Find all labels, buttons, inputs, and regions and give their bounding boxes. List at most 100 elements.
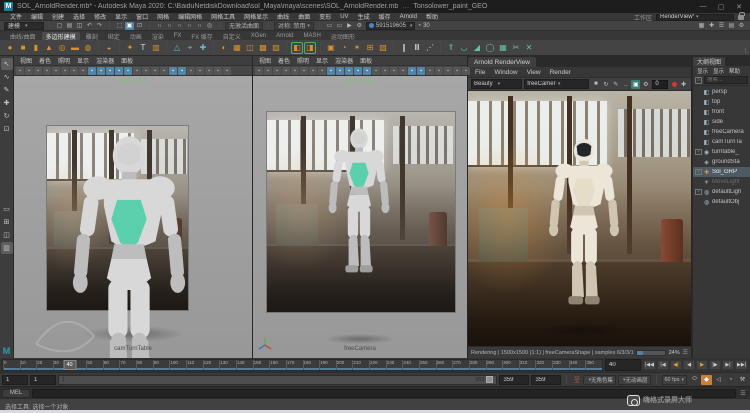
safe-title-icon[interactable]: ▪: [133, 66, 141, 75]
panel-menu-item[interactable]: 着色: [36, 56, 54, 65]
filter-icon[interactable]: ⌕: [695, 76, 702, 84]
poly-plane-icon[interactable]: ▬: [69, 42, 81, 54]
snap-to-curve-icon[interactable]: ∩: [165, 22, 174, 30]
shelf-tab[interactable]: Arnold: [272, 32, 297, 40]
menu-item[interactable]: 窗口: [132, 12, 152, 21]
resolution-gate-icon[interactable]: ▪: [97, 66, 105, 75]
snap-to-point-icon[interactable]: ∩: [175, 22, 184, 30]
boolean-union-icon[interactable]: ◐: [218, 42, 230, 54]
shelf-tab[interactable]: FX 缓存: [187, 32, 216, 41]
wireframe-icon[interactable]: ▪: [381, 66, 389, 75]
scale-tool[interactable]: ⊡: [1, 123, 13, 135]
play-backwards-button[interactable]: ◀: [683, 360, 695, 370]
lasso-tool[interactable]: ∿: [1, 71, 13, 83]
undo-icon[interactable]: ↶: [85, 22, 94, 30]
expand-toggle[interactable]: [695, 149, 701, 156]
type-tool-icon[interactable]: T: [137, 42, 149, 54]
bridge-icon[interactable]: ◡: [458, 42, 470, 54]
animation-preferences-button[interactable]: ◔: [725, 375, 736, 385]
menu-item[interactable]: 曲面: [294, 12, 314, 21]
menu-item[interactable]: 网格工具: [207, 12, 239, 21]
shadows-icon[interactable]: ▪: [178, 66, 186, 75]
shelf-tab[interactable]: 自定义: [219, 32, 245, 41]
expand-toggle[interactable]: [695, 189, 701, 196]
menu-item[interactable]: 选择: [69, 12, 89, 21]
isolate-select-icon[interactable]: ▪: [444, 66, 452, 75]
redo-icon[interactable]: ↷: [95, 22, 104, 30]
stop-render-button[interactable]: ■: [591, 80, 600, 89]
poly-cube-icon[interactable]: ■: [17, 42, 29, 54]
debug-shading-field[interactable]: 0: [652, 79, 669, 89]
store-snapshot-button[interactable]: ✚: [679, 80, 688, 89]
gate-mask-icon[interactable]: ▪: [345, 66, 353, 75]
menu-item[interactable]: 曲线: [273, 12, 293, 21]
render-current-frame-icon[interactable]: ▭: [335, 22, 344, 30]
image-plane-icon[interactable]: ▪: [291, 66, 299, 75]
animation-start-field[interactable]: [2, 374, 28, 385]
script-editor-icon[interactable]: ☰: [738, 390, 748, 397]
step-forward-frame-button[interactable]: |▶: [709, 360, 721, 370]
lattice-icon[interactable]: ⊞: [364, 42, 376, 54]
wireframe-icon[interactable]: ▪: [142, 66, 150, 75]
four-pane-layout-button[interactable]: ⊞: [1, 216, 13, 228]
outliner-item-MoveLight[interactable]: ☀ MoveLight: [693, 177, 750, 187]
step-forward-key-button[interactable]: ▶|: [722, 360, 734, 370]
open-render-view-icon[interactable]: ▭: [325, 22, 334, 30]
duplicate-face-icon[interactable]: ▣: [325, 42, 337, 54]
mute-audio-toggle[interactable]: ◁: [713, 375, 724, 385]
live-surface-indicator[interactable]: 无激活曲面: [225, 21, 264, 30]
shelf-tab[interactable]: XGen: [247, 32, 270, 40]
snap-to-grid-icon[interactable]: ∩: [155, 22, 164, 30]
svg-tool-icon[interactable]: ▥: [150, 42, 162, 54]
lights-icon[interactable]: ▪: [169, 66, 177, 75]
snap-to-view-plane-icon[interactable]: ∩: [195, 22, 204, 30]
ipr-render-icon[interactable]: ▶: [345, 22, 354, 30]
animation-end-field[interactable]: [531, 374, 562, 385]
mel-label[interactable]: MEL: [2, 388, 30, 398]
select-component-icon[interactable]: ⊡: [135, 22, 144, 30]
poly-cylinder-icon[interactable]: ▮: [30, 42, 42, 54]
menu-item[interactable]: Arnold: [396, 14, 421, 20]
shelf-tab[interactable]: FX: [170, 32, 186, 40]
outliner-item-camTurnTable[interactable]: ◧ camTurnTa: [693, 137, 750, 147]
maximize-button[interactable]: ▢: [714, 3, 728, 11]
account-field[interactable]: 591519605 ▾: [365, 21, 416, 30]
locator-icon[interactable]: ⌖: [184, 42, 196, 54]
tool-settings-toggle[interactable]: ▤: [727, 22, 736, 30]
outliner-item-persp[interactable]: ◧ persp: [693, 87, 750, 97]
quad-draw-icon[interactable]: ▧: [377, 42, 389, 54]
sweep-mesh-icon[interactable]: ✦: [124, 42, 136, 54]
panel-menu-item[interactable]: 显示: [313, 56, 331, 65]
offset-edge-loop-icon[interactable]: Ⅲ: [411, 42, 423, 54]
minimize-button[interactable]: —: [696, 3, 710, 10]
textured-icon[interactable]: ▪: [160, 66, 168, 75]
display-toggle[interactable]: ▣: [631, 79, 641, 89]
panel-menu-item[interactable]: 显示: [74, 56, 92, 65]
go-to-start-button[interactable]: |◀◀: [643, 360, 656, 370]
shelf-tab[interactable]: 绑定: [104, 32, 124, 41]
panel-menu-item[interactable]: 照明: [294, 56, 312, 65]
time-slider-track[interactable]: 40 0102030405060708090100110120130140150…: [2, 359, 603, 371]
screen-ao-icon[interactable]: ▪: [187, 66, 195, 75]
aov-dropdown[interactable]: Beauty ▾: [471, 79, 523, 89]
playback-start-field[interactable]: [30, 374, 56, 385]
outliner-item-groundSta[interactable]: ◈ groundSta: [693, 157, 750, 167]
view-settings-button[interactable]: ⚙: [641, 80, 650, 89]
select-tool[interactable]: ↖: [0, 58, 13, 70]
no-keyframe-icon[interactable]: ⬭: [689, 375, 700, 385]
shadows-icon[interactable]: ▪: [417, 66, 425, 75]
snap-to-projected-center-icon[interactable]: ∩: [185, 22, 194, 30]
camera-attributes-icon[interactable]: ▪: [273, 66, 281, 75]
lock-camera-icon[interactable]: ▪: [25, 66, 33, 75]
smooth-icon[interactable]: ▨: [270, 42, 282, 54]
outliner-item-side[interactable]: ◧ side: [693, 117, 750, 127]
poly-disc-icon[interactable]: ◍: [82, 42, 94, 54]
preferences-button[interactable]: ⚒: [737, 375, 748, 385]
menu-item[interactable]: 文件: [6, 12, 26, 21]
humanik-toggle[interactable]: ✚: [707, 22, 716, 30]
viewport1-canvas[interactable]: 1500 x 1500 camTurnTable: [14, 76, 252, 358]
renderview-menu-item[interactable]: File: [471, 69, 489, 76]
menu-item[interactable]: 生成: [354, 12, 374, 21]
outliner-item-top[interactable]: ◧ top: [693, 97, 750, 107]
outliner-menu-item[interactable]: 显示: [695, 67, 710, 75]
